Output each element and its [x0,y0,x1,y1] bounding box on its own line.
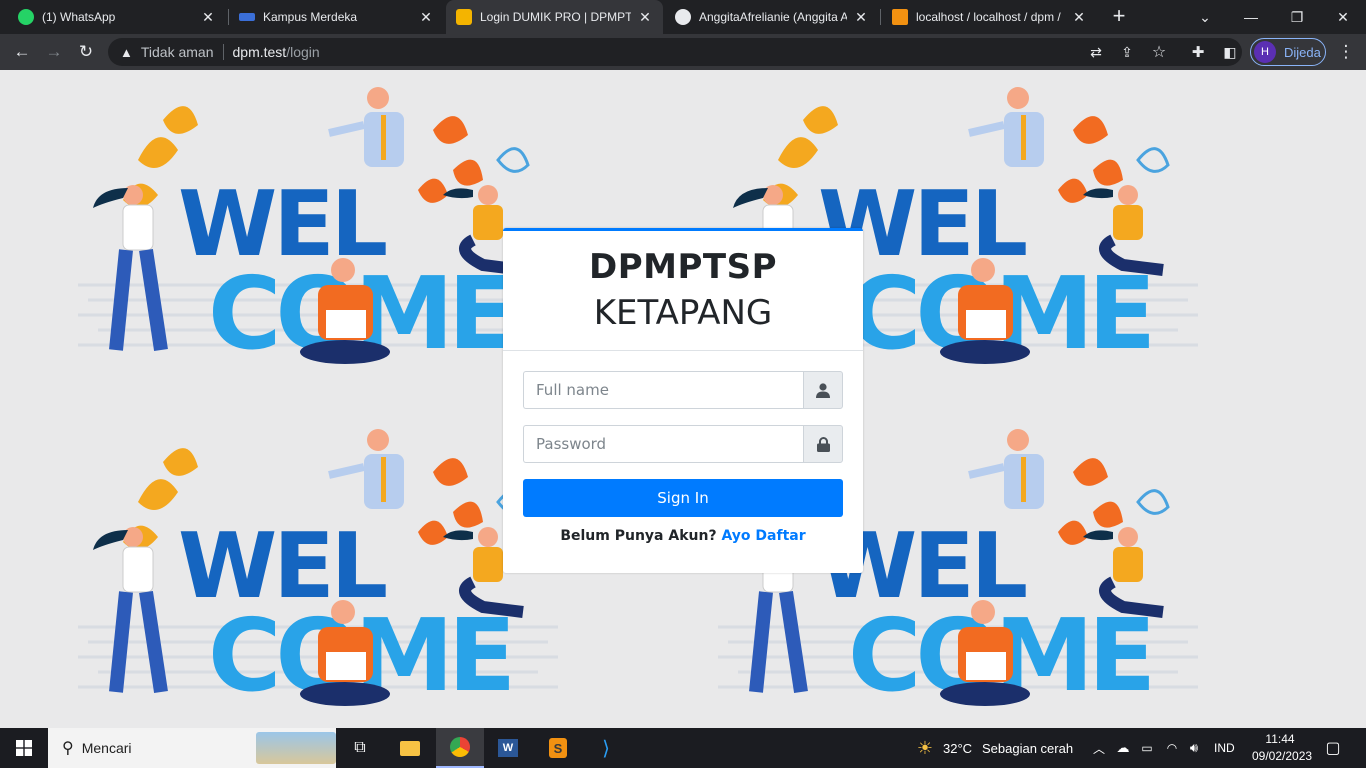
phpmyadmin-icon [892,9,908,25]
clock[interactable]: 11:44 09/02/2023 [1252,731,1313,765]
search-highlight-image [256,732,336,764]
address-bar[interactable]: ▲ Tidak aman dpm.test/login [108,38,1242,66]
url-host[interactable]: dpm.test [233,44,287,60]
user-icon [803,371,843,409]
tab-title: AnggitaAfrelianie (Anggita A [699,10,847,24]
file-explorer-icon[interactable] [390,728,430,768]
brand-title: DPMPTSP [589,247,777,287]
bookmark-star-icon[interactable]: ☆ [1147,40,1171,64]
new-tab-button[interactable]: + [1108,5,1130,28]
close-icon[interactable]: ✕ [637,9,653,25]
extensions-icon[interactable]: ✚ [1186,40,1210,64]
fullname-input-group [523,371,843,409]
lock-icon [803,425,843,463]
password-input-group [523,425,843,463]
browser-tabstrip: (1) WhatsApp ✕ Kampus Merdeka ✕ Login DU… [0,0,1366,34]
battery-icon[interactable]: ▭ [1138,728,1156,768]
forward-button[interactable]: → [42,40,66,64]
security-label[interactable]: Tidak aman [141,44,214,60]
profile-label: Dijeda [1284,44,1321,60]
close-icon[interactable]: ✕ [418,9,434,25]
restore-button[interactable]: ❐ [1274,0,1320,34]
url-path[interactable]: /login [286,44,319,60]
vscode-icon[interactable]: ⟩ [586,728,626,768]
search-icon: ⚲ [62,740,74,757]
kampus-merdeka-icon [239,13,255,21]
sublime-text-icon[interactable]: S [538,728,578,768]
language-indicator[interactable]: IND [1214,728,1235,768]
menu-icon[interactable]: ⋮ [1334,40,1358,64]
close-icon[interactable]: ✕ [853,9,869,25]
weather-temperature[interactable]: 32°C [943,728,972,768]
windows-taskbar: ⚲ Mencari ⧉ W S ⟩ ☀ 32°C Sebagian cerah … [0,728,1366,768]
back-button[interactable]: ← [10,40,34,64]
clock-date: 09/02/2023 [1252,749,1313,763]
sign-in-button[interactable]: Sign In [523,479,843,517]
windows-logo-icon [16,740,32,756]
login-card: DPMPTSP KETAPANG Sign In Belum Punya Aku… [503,228,863,573]
search-placeholder: Mencari [81,740,132,756]
notification-icon[interactable]: ▢ [1318,728,1348,768]
volume-icon[interactable]: 🔊︎ [1184,728,1204,768]
share-icon[interactable]: ⇪ [1115,40,1139,64]
register-prompt-text: Belum Punya Akun? [560,528,717,544]
password-input[interactable] [523,425,803,463]
close-window-button[interactable]: ✕ [1320,0,1366,34]
tab-github[interactable]: AnggitaAfrelianie (Anggita A ✕ [665,0,879,34]
browser-toolbar: ← → ↻ ▲ Tidak aman dpm.test/login ⇄ ⇪ ☆ … [0,34,1366,70]
close-icon[interactable]: ✕ [200,9,216,25]
clock-time: 11:44 [1265,732,1295,746]
start-button[interactable] [0,728,48,768]
translate-icon[interactable]: ⇄ [1084,40,1108,64]
whatsapp-icon [18,9,34,25]
welcome-illustration: WEL COME [78,87,558,372]
fullname-input[interactable] [523,371,803,409]
side-panel-icon[interactable]: ◧ [1218,40,1242,64]
warning-icon[interactable]: ▲ [120,45,133,60]
tab-phpmyadmin[interactable]: localhost / localhost / dpm / ✕ [882,0,1097,34]
welcome-illustration: WEL COME [78,429,558,714]
profile-button[interactable]: H Dijeda [1250,38,1326,66]
dumik-icon [456,9,472,25]
word-icon[interactable]: W [488,728,528,768]
onedrive-icon[interactable]: ☁ [1114,728,1132,768]
tab-separator [880,9,881,25]
register-link[interactable]: Ayo Daftar [721,528,805,544]
tab-title: Kampus Merdeka [263,10,358,24]
login-card-header: DPMPTSP KETAPANG [503,231,863,351]
tab-search-button[interactable]: ⌄ [1182,0,1228,34]
tab-title: Login DUMIK PRO | DPMPTSP [480,10,631,24]
taskbar-search[interactable]: ⚲ Mencari [48,728,336,768]
task-view-icon[interactable]: ⧉ [340,728,380,768]
tab-title: (1) WhatsApp [42,10,116,24]
show-hidden-icons-icon[interactable]: ︿ [1090,728,1108,768]
tab-whatsapp[interactable]: (1) WhatsApp ✕ [8,0,226,34]
register-prompt: Belum Punya Akun? Ayo Daftar [503,528,863,544]
avatar: H [1254,41,1276,63]
weather-description[interactable]: Sebagian cerah [982,728,1073,768]
github-icon [675,9,691,25]
tab-kampus-merdeka[interactable]: Kampus Merdeka ✕ [229,0,444,34]
reload-button[interactable]: ↻ [74,40,98,64]
minimize-button[interactable]: — [1228,0,1274,34]
tab-login-dumik[interactable]: Login DUMIK PRO | DPMPTSP ✕ [446,0,663,34]
chrome-taskbar-icon[interactable] [436,728,484,768]
wifi-icon[interactable]: ◠ [1162,728,1182,768]
tab-title: localhost / localhost / dpm / [916,10,1061,24]
brand-subtitle: KETAPANG [593,293,773,333]
divider [222,44,224,60]
weather-icon[interactable]: ☀ [912,728,938,768]
close-icon[interactable]: ✕ [1071,9,1087,25]
page-viewport: WEL COME WEL COME WEL COME [0,70,1366,728]
